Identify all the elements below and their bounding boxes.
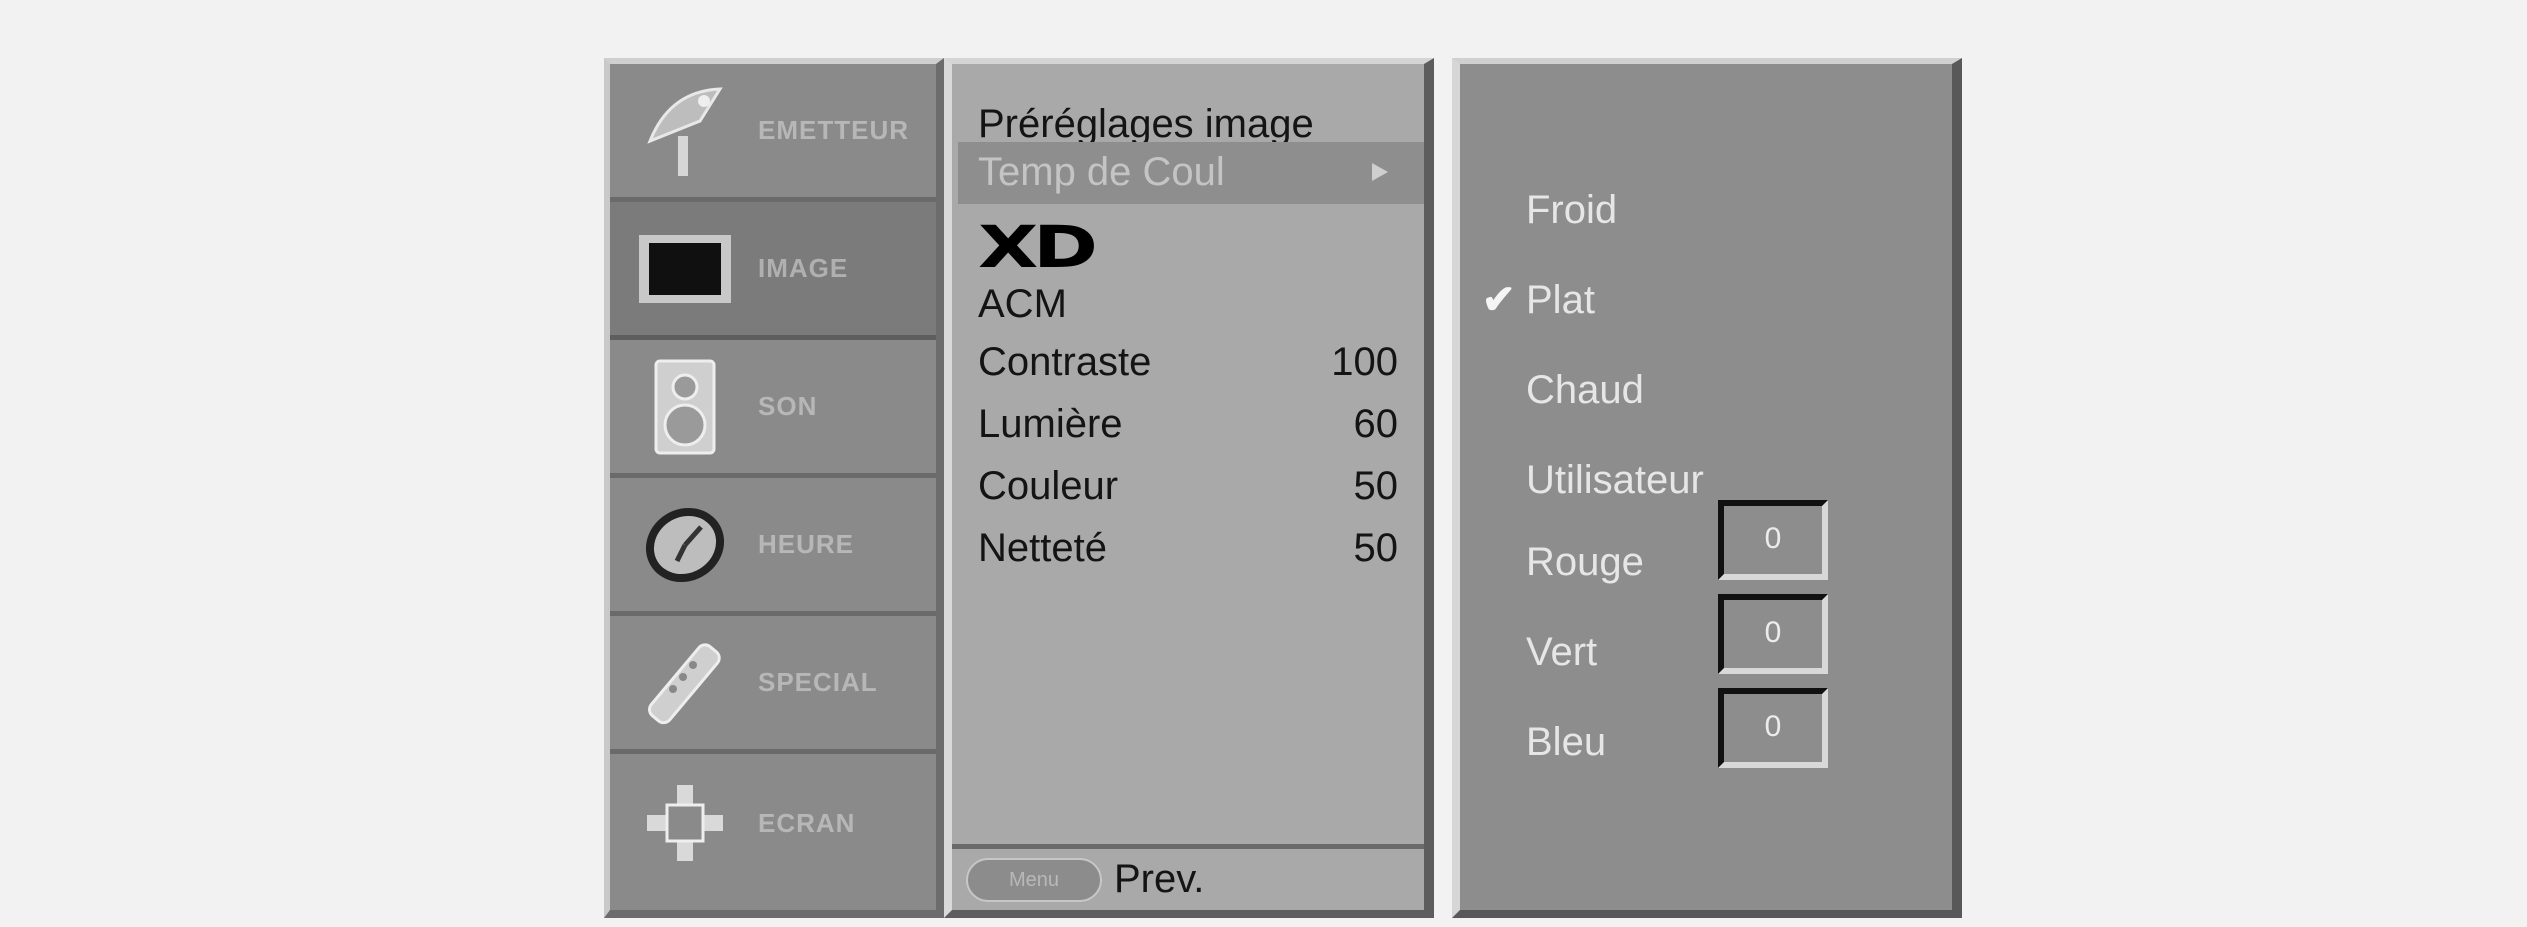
menu-item-color-temp[interactable]: Temp de Coul [958, 142, 1424, 204]
menu-item-lumiere[interactable]: Lumière 60 [978, 394, 1398, 454]
sidebar-item-label: HEURE [758, 529, 855, 559]
menu-button[interactable]: Menu [966, 857, 1102, 902]
speaker-icon [630, 352, 740, 462]
vert-value-box[interactable]: 0 [1718, 594, 1828, 674]
menu-item-label: Lumière [978, 402, 1123, 446]
sidebar-item-label: SPECIAL [758, 667, 878, 697]
sidebar-item-emetteur[interactable]: EMETTEUR [610, 64, 936, 202]
channel-label-bleu: Bleu [1526, 720, 1607, 764]
menu-item-label: Couleur [978, 464, 1119, 508]
bleu-value: 0 [1764, 710, 1782, 743]
sidebar-item-heure[interactable]: HEURE [610, 478, 936, 616]
rouge-value-box[interactable]: 0 [1718, 500, 1828, 580]
antenna-icon [630, 76, 740, 186]
tv-osd-menu: EMETTEUR IMAGE SON HEURE SPECIAL ECRAN P… [0, 0, 2527, 927]
picture-menu: Préréglages image Temp de Coul XD ACM Co… [944, 58, 1434, 918]
remote-icon [630, 628, 740, 738]
menu-item-label: Netteté [978, 526, 1107, 570]
menu-item-label: Préréglages image [978, 102, 1314, 146]
vert-value: 0 [1764, 616, 1782, 649]
color-temp-submenu: Froid ✔ Plat Chaud Utilisateur Rouge 0 V… [1452, 58, 1962, 918]
menu-item-xd[interactable]: XD [978, 218, 1098, 276]
channel-label-rouge: Rouge [1526, 540, 1644, 584]
menu-item-label: ACM [978, 282, 1067, 326]
menu-item-label: Temp de Coul [978, 150, 1225, 194]
check-icon: ✔ [1482, 278, 1516, 322]
option-utilisateur[interactable]: Utilisateur [1526, 450, 1704, 510]
xd-logo: XD [978, 213, 1098, 281]
option-chaud[interactable]: Chaud [1526, 360, 1644, 420]
menu-item-value: 50 [1353, 464, 1399, 508]
menu-item-label: Contraste [978, 340, 1152, 384]
option-froid[interactable]: Froid [1526, 180, 1617, 240]
sidebar-item-special[interactable]: SPECIAL [610, 616, 936, 754]
arrow-right-icon [1372, 163, 1388, 181]
sidebar-item-label: IMAGE [758, 253, 849, 283]
menu-item-contraste[interactable]: Contraste 100 [978, 332, 1398, 392]
sidebar-item-image[interactable]: IMAGE [610, 202, 936, 340]
sidebar-item-label: SON [758, 391, 818, 421]
sidebar-item-ecran[interactable]: ECRAN [610, 754, 936, 892]
clock-icon [630, 490, 740, 600]
sidebar-item-label: ECRAN [758, 807, 856, 838]
tv-icon [630, 214, 740, 324]
prev-label: Prev. [1114, 857, 1205, 901]
rouge-value: 0 [1764, 522, 1782, 555]
menu-item-couleur[interactable]: Couleur 50 [978, 456, 1398, 516]
option-plat[interactable]: Plat [1526, 270, 1595, 330]
menu-item-acm[interactable]: ACM [978, 274, 1398, 334]
menu-item-nettete[interactable]: Netteté 50 [978, 518, 1398, 578]
sidebar: EMETTEUR IMAGE SON HEURE SPECIAL ECRAN [604, 58, 944, 918]
screen-adjust-icon [630, 768, 740, 878]
menu-footer: Menu Prev. [952, 844, 1424, 910]
channel-label-vert: Vert [1526, 630, 1598, 674]
bleu-value-box[interactable]: 0 [1718, 688, 1828, 768]
sidebar-item-son[interactable]: SON [610, 340, 936, 478]
sidebar-item-label: EMETTEUR [758, 115, 909, 145]
menu-item-value: 60 [1353, 402, 1399, 446]
menu-item-value: 50 [1353, 526, 1399, 570]
menu-item-value: 100 [1331, 340, 1398, 384]
